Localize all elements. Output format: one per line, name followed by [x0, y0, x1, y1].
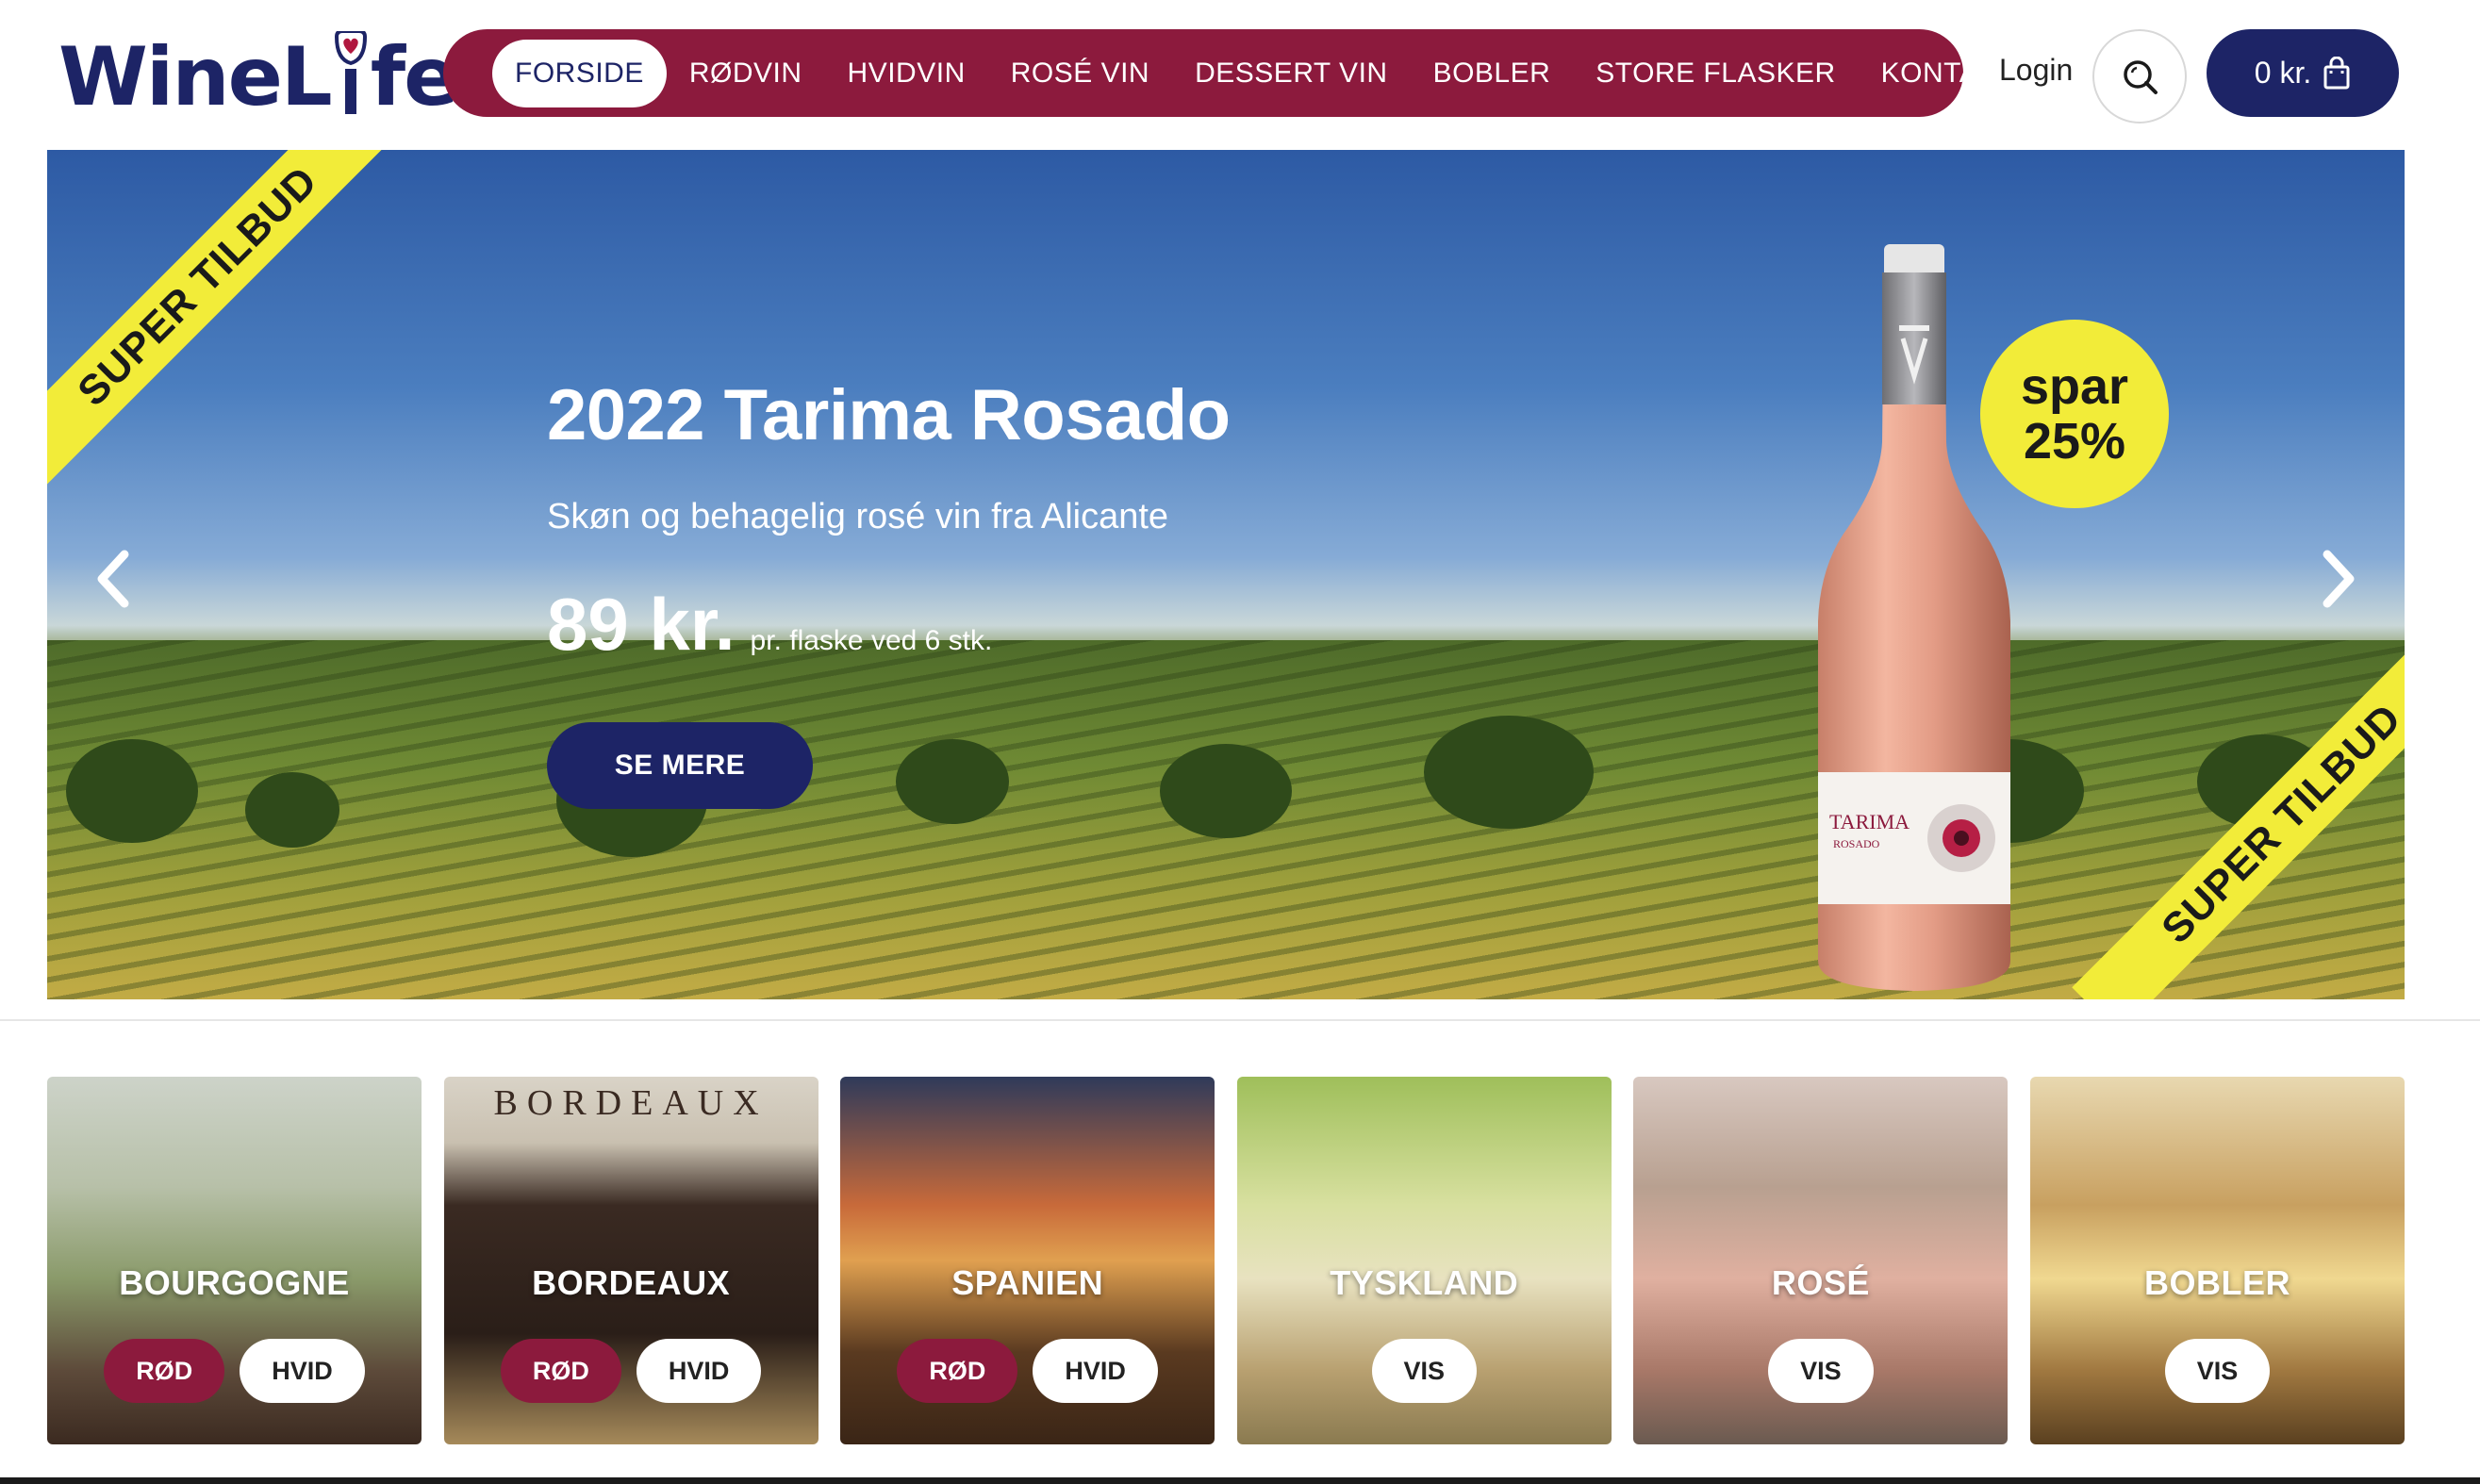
category-button-vis[interactable]: VIS	[1768, 1339, 1874, 1403]
category-buttons: RØD HVID	[47, 1339, 422, 1403]
badge-line-1: spar	[2020, 358, 2129, 415]
cart-total: 0 kr.	[2254, 56, 2312, 90]
section-divider	[0, 1019, 2480, 1021]
price-value: 89 kr.	[547, 583, 736, 666]
category-card-tyskland[interactable]: TYSKLAND VIS	[1236, 1077, 1612, 1444]
search-icon	[2124, 60, 2158, 94]
site-header: WineL fe FORSIDE RØDVIN HVIDVIN ROSÉ VIN DES…	[0, 0, 2480, 149]
bottle-sublabel-text: ROSADO	[1833, 837, 1880, 850]
hero-title: 2022 Tarima Rosado	[547, 375, 1231, 455]
category-buttons: VIS	[1633, 1339, 2008, 1403]
shopping-bag-icon	[2323, 56, 2350, 89]
category-card-spanien[interactable]: SPANIEN RØD HVID	[840, 1077, 1215, 1444]
discount-badge: spar 25%	[1980, 320, 2169, 508]
category-button-vis[interactable]: VIS	[1371, 1339, 1478, 1403]
category-button-hvid[interactable]: HVID	[1033, 1339, 1158, 1403]
category-buttons: RØD HVID	[444, 1339, 818, 1403]
chevron-left-icon	[97, 550, 129, 608]
bottle-label-text: TARIMA	[1829, 810, 1910, 833]
category-buttons: RØD HVID	[840, 1339, 1215, 1403]
winelife-logo[interactable]: WineL fe	[58, 30, 458, 124]
price-note: pr. flaske ved 6 stk.	[750, 625, 993, 656]
se-mere-button[interactable]: SE MERE	[547, 722, 813, 809]
category-button-vis[interactable]: VIS	[2164, 1339, 2271, 1403]
category-button-rød[interactable]: RØD	[500, 1339, 621, 1403]
bordeaux-banner-text: BORDEAUX	[493, 1083, 769, 1123]
category-title: BORDEAUX	[532, 1263, 731, 1302]
hero-price: 89 kr. pr. flaske ved 6 stk.	[547, 582, 992, 668]
nav-item-rosé-vin[interactable]: ROSÉ VIN	[988, 40, 1172, 107]
hero-slider[interactable]: SUPER TILBUD SUPER TILBUD 2022 Tarima Ro…	[47, 150, 2405, 999]
search-button[interactable]	[2092, 29, 2187, 124]
chevron-right-icon	[2323, 550, 2355, 608]
slider-next-button[interactable]	[2310, 536, 2367, 621]
category-button-rød[interactable]: RØD	[897, 1339, 1018, 1403]
category-title: TYSKLAND	[1330, 1263, 1519, 1302]
bottom-edge	[0, 1477, 2480, 1484]
category-buttons: VIS	[1237, 1339, 1612, 1403]
cart-button[interactable]: 0 kr.	[2207, 29, 2399, 117]
login-link[interactable]: Login	[1999, 53, 2073, 88]
nav-item-store-flasker[interactable]: STORE FLASKER	[1573, 40, 1858, 107]
main-navigation: FORSIDE RØDVIN HVIDVIN ROSÉ VIN DESSERT VIN B…	[443, 29, 2015, 117]
logo-text-a: WineL	[58, 30, 333, 124]
nav-item-dessert-vin[interactable]: DESSERT VIN	[1172, 40, 1410, 107]
category-button-hvid[interactable]: HVID	[636, 1339, 762, 1403]
category-title: BOBLER	[2144, 1263, 2290, 1302]
slider-prev-button[interactable]	[85, 536, 141, 621]
nav-item-bobler[interactable]: BOBLER	[1411, 40, 1574, 107]
heart-wine-glass-icon	[331, 31, 371, 118]
category-card-rosé[interactable]: ROSÉ VIS	[1633, 1077, 2009, 1444]
nav-item-hvidvin[interactable]: HVIDVIN	[825, 40, 988, 107]
category-cards: BOURGOGNE RØD HVID BORDEAUX BORDEAUX RØD HVID S…	[47, 1077, 2405, 1444]
category-card-bordeaux[interactable]: BORDEAUX BORDEAUX RØD HVID	[443, 1077, 818, 1444]
category-button-hvid[interactable]: HVID	[240, 1339, 365, 1403]
category-title: BOURGOGNE	[119, 1263, 350, 1302]
nav-item-forside[interactable]: FORSIDE	[492, 39, 667, 107]
category-buttons: VIS	[2030, 1339, 2405, 1403]
category-button-rød[interactable]: RØD	[104, 1339, 225, 1403]
hero-subtitle: Skøn og behagelig rosé vin fra Alicante	[547, 497, 1169, 536]
category-title: ROSÉ	[1771, 1263, 1870, 1302]
category-title: SPANIEN	[951, 1263, 1104, 1302]
super-tilbud-ribbon-top-left: SUPER TILBUD	[47, 150, 408, 497]
badge-line-2: 25%	[2023, 413, 2126, 470]
nav-item-rødvin[interactable]: RØDVIN	[667, 40, 825, 107]
category-card-bourgogne[interactable]: BOURGOGNE RØD HVID	[47, 1077, 422, 1444]
category-card-bobler[interactable]: BOBLER VIS	[2030, 1077, 2405, 1444]
